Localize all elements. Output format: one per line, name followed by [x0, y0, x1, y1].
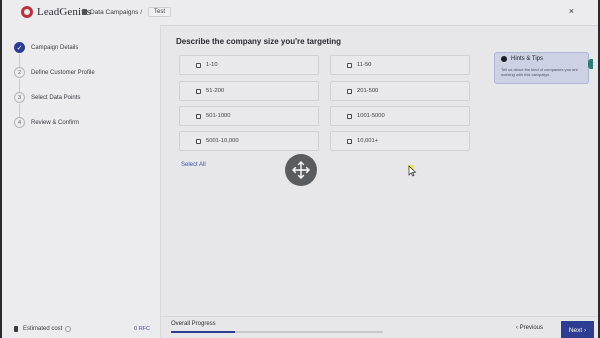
checkbox[interactable] — [347, 138, 352, 144]
step-define-customer-profile[interactable]: 2 Define Customer Profile — [14, 67, 95, 78]
option-11-50[interactable]: 11-50 — [330, 55, 470, 75]
checkbox[interactable] — [196, 88, 201, 94]
option-label: 11-50 — [357, 62, 372, 68]
info-icon[interactable] — [65, 326, 72, 332]
checkbox[interactable] — [347, 88, 352, 94]
estimated-cost: Estimated cost — [14, 326, 72, 332]
step-label: Select Data Points — [31, 94, 81, 101]
progress-label: Overall Progress — [171, 321, 216, 327]
option-501-1000[interactable]: 501-1000 — [179, 106, 319, 126]
option-10001-plus[interactable]: 10,001+ — [330, 131, 470, 151]
option-label: 5001-10,000 — [206, 138, 239, 144]
info-icon — [501, 56, 507, 62]
breadcrumb: Data Campaigns / Test — [82, 7, 172, 17]
hints-tips-card: Hints & Tips Tell us about the kind of c… — [494, 52, 589, 84]
step-number: 3 — [14, 92, 25, 103]
option-201-500[interactable]: 201-500 — [330, 81, 470, 101]
option-1-10[interactable]: 1-10 — [179, 55, 319, 75]
estimated-cost-value: 0 RFC — [134, 326, 150, 332]
step-label: Review & Confirm — [31, 119, 80, 126]
checkbox[interactable] — [196, 138, 201, 144]
sidebar: ✓ Campaign Details 2 Define Customer Pro… — [2, 25, 161, 338]
main-content: Describe the company size you're targeti… — [161, 25, 598, 338]
option-label: 501-1000 — [206, 113, 231, 119]
option-5001-10000[interactable]: 5001-10,000 — [179, 131, 319, 151]
top-bar: LeadGenius Data Campaigns / Test × — [2, 0, 598, 26]
option-label: 51-200 — [206, 88, 225, 94]
tips-title-text: Hints & Tips — [511, 56, 544, 62]
tips-body: Tell us about the kind of companies you … — [501, 67, 578, 78]
step-label: Define Customer Profile — [31, 69, 95, 76]
document-icon — [82, 9, 87, 15]
move-icon[interactable] — [285, 154, 317, 186]
step-campaign-details[interactable]: ✓ Campaign Details — [14, 42, 78, 53]
logo[interactable]: LeadGenius — [21, 6, 91, 18]
check-icon: ✓ — [14, 42, 25, 53]
checkbox[interactable] — [347, 62, 352, 68]
document-icon — [14, 326, 18, 332]
progress-fill — [171, 331, 235, 333]
step-review-confirm[interactable]: 4 Review & Confirm — [14, 117, 79, 128]
mouse-cursor-icon — [407, 164, 417, 182]
option-label: 1-10 — [206, 62, 218, 68]
step-label: Campaign Details — [31, 44, 79, 51]
bottom-bar: Overall Progress ‹ Previous Next › — [161, 316, 598, 338]
close-icon[interactable]: × — [569, 6, 574, 16]
checkbox[interactable] — [196, 62, 201, 68]
option-1001-5000[interactable]: 1001-5000 — [330, 106, 470, 126]
select-all-link[interactable]: Select All — [181, 162, 206, 168]
step-select-data-points[interactable]: 3 Select Data Points — [14, 92, 80, 103]
estimated-cost-label: Estimated cost — [23, 326, 63, 332]
previous-button[interactable]: ‹ Previous — [516, 325, 543, 331]
progress-bar — [171, 331, 383, 333]
checkbox[interactable] — [196, 113, 201, 119]
step-number: 2 — [14, 67, 25, 78]
breadcrumb-current[interactable]: Test — [148, 7, 172, 17]
step-number: 4 — [14, 117, 25, 128]
checkbox[interactable] — [347, 113, 352, 119]
page-title: Describe the company size you're targeti… — [176, 37, 342, 46]
app-frame: LeadGenius Data Campaigns / Test × ✓ Cam… — [2, 0, 598, 338]
option-label: 201-500 — [357, 88, 379, 94]
breadcrumb-section[interactable]: Data Campaigns / — [90, 9, 142, 16]
tips-title: Hints & Tips — [501, 56, 543, 62]
tips-collapse-handle[interactable] — [588, 59, 593, 69]
logo-icon — [21, 6, 33, 18]
next-button[interactable]: Next › — [561, 321, 594, 338]
option-label: 1001-5000 — [357, 113, 385, 119]
option-51-200[interactable]: 51-200 — [179, 81, 319, 101]
option-label: 10,001+ — [357, 138, 379, 144]
